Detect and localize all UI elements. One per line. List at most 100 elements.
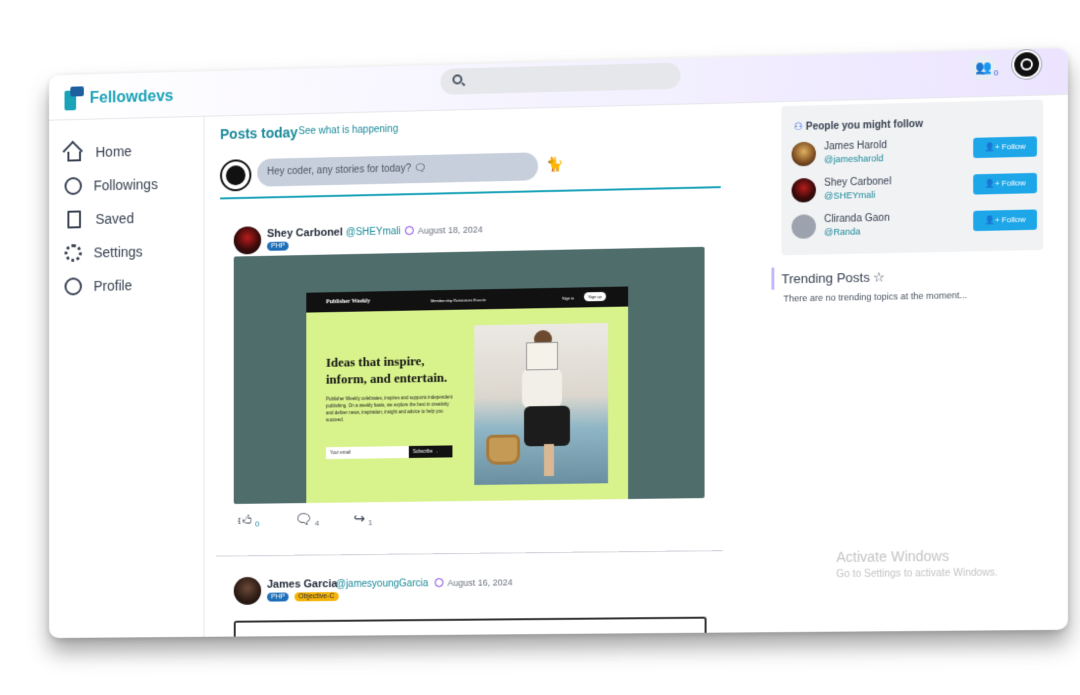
post-date-text: August 18, 2024: [418, 224, 483, 235]
brand-name: Fellowdevs: [90, 88, 174, 108]
composer-divider: [220, 186, 721, 199]
tag-objective-c[interactable]: Objective-C: [295, 592, 339, 601]
suggestion-name[interactable]: James Harold: [824, 140, 887, 153]
page-title: Posts today: [220, 124, 298, 142]
globe-icon: [405, 226, 414, 235]
site-join: Sign up: [584, 292, 606, 301]
globe-icon: [435, 578, 444, 587]
follow-button[interactable]: 👤+ Follow: [973, 173, 1037, 195]
app-window: Fellowdevs 👥 0 Home Followings Saved Set…: [49, 48, 1068, 638]
author-avatar[interactable]: [234, 226, 261, 254]
suggestion-name[interactable]: Cliranda Gaon: [824, 213, 890, 226]
trending-empty-message: There are no trending topics at the mome…: [783, 290, 967, 304]
author-avatar[interactable]: [234, 577, 261, 605]
brand-logo[interactable]: Fellowdevs: [63, 84, 174, 113]
suggestion-item: Shey Carbonel @SHEYmali 👤+ Follow: [790, 171, 1040, 207]
share-icon: ↪: [354, 510, 366, 527]
suggestion-name[interactable]: Shey Carbonel: [824, 176, 891, 189]
sidebar-item-label: Profile: [94, 277, 133, 294]
follow-button-label: Follow: [1002, 215, 1026, 225]
sidebar-item-home[interactable]: Home: [65, 142, 132, 161]
gear-icon: [65, 244, 82, 262]
trending-title-text: Trending Posts: [781, 270, 869, 287]
follow-suggestions-title: ⚇ People you might follow: [794, 119, 923, 133]
post-image[interactable]: Publisher Weekly Membership Resources Ev…: [234, 247, 705, 504]
comment-button[interactable]: 🗨︎ 4: [295, 511, 320, 528]
search-input[interactable]: [441, 63, 681, 95]
composer-avatar: [220, 159, 251, 191]
add-user-icon: 👤+: [985, 215, 1002, 225]
site-brand: Publisher Weekly: [326, 298, 370, 305]
author-handle[interactable]: @SHEYmali: [346, 226, 401, 238]
author-name[interactable]: Shey Carbonel: [267, 226, 343, 240]
friend-requests-count: 0: [994, 68, 999, 77]
star-icon: ☆: [873, 269, 885, 284]
post-date-text: August 16, 2024: [447, 577, 512, 588]
page-subtitle: See what is happening: [298, 124, 398, 137]
comment-icon: 🗨︎: [295, 511, 312, 528]
tag-php[interactable]: PHP: [267, 242, 289, 251]
add-user-icon: 👤+: [985, 179, 1002, 189]
share-button[interactable]: ↪ 1: [354, 510, 373, 527]
author-handle[interactable]: @jamesyoungGarcia: [336, 578, 428, 590]
post-date: August 18, 2024: [405, 224, 483, 236]
follow-button-label: Follow: [1002, 178, 1026, 188]
follow-suggestions: ⚇ People you might follow James Harold @j…: [781, 100, 1043, 256]
sidebar-item-label: Home: [96, 143, 132, 160]
avatar[interactable]: [792, 214, 816, 239]
post-date: August 16, 2024: [435, 577, 513, 588]
suggestion-handle[interactable]: @Randa: [824, 226, 860, 237]
activation-watermark-text: Go to Settings to activate Windows.: [836, 567, 997, 580]
share-count: 1: [368, 518, 372, 527]
site-subscribe: Subscribe →: [409, 445, 453, 458]
sidebar-item-saved[interactable]: Saved: [65, 209, 135, 228]
sidebar-item-profile[interactable]: Profile: [65, 276, 133, 295]
cat-emoji-icon[interactable]: 🐈: [546, 156, 563, 173]
sidebar-item-label: Saved: [96, 210, 135, 227]
post-card: James Garcia @jamesyoungGarcia August 16…: [220, 572, 721, 636]
sidebar: Home Followings Saved Settings Profile: [49, 117, 204, 638]
like-button[interactable]: 👍︎ 0: [238, 512, 260, 529]
tag-php[interactable]: PHP: [267, 592, 289, 601]
add-user-icon: 👤+: [985, 142, 1002, 152]
author-name[interactable]: James Garcia: [267, 578, 337, 591]
people-icon: ⚇: [794, 122, 803, 133]
thumbs-up-icon: 👍︎: [238, 512, 252, 529]
compass-icon: [65, 177, 82, 195]
follow-title-text: People you might follow: [806, 119, 923, 133]
activation-watermark-title: Activate Windows: [836, 548, 949, 565]
screenshot-stage: Fellowdevs 👥 0 Home Followings Saved Set…: [0, 0, 1080, 695]
composer-input[interactable]: Hey coder, any stories for today? 🗨: [257, 152, 538, 186]
bookmark-icon: [67, 210, 81, 228]
post-content-frame: [234, 617, 707, 638]
site-email-field: Your email: [326, 446, 409, 459]
profile-icon: [65, 277, 82, 295]
sidebar-item-followings[interactable]: Followings: [65, 175, 158, 195]
comment-count: 4: [315, 519, 319, 528]
trending-accent-bar: [771, 268, 774, 290]
follow-button-label: Follow: [1002, 142, 1026, 152]
post-actions: 👍︎ 0 🗨︎ 4 ↪ 1: [238, 509, 435, 531]
site-headline: Ideas that inspire, inform, and entertai…: [326, 351, 464, 387]
logo-icon: [63, 86, 86, 112]
avatar[interactable]: [792, 178, 816, 203]
sidebar-item-settings[interactable]: Settings: [65, 243, 143, 262]
home-icon: [67, 151, 81, 161]
user-avatar[interactable]: [1012, 50, 1041, 79]
post-card: Shey Carbonel @SHEYmali August 18, 2024 …: [220, 216, 721, 543]
sidebar-item-label: Settings: [94, 244, 143, 261]
search-icon: [452, 74, 462, 84]
suggestion-handle[interactable]: @jamesharold: [824, 153, 883, 164]
site-body: Publisher Weekly celebrates, inspires an…: [326, 394, 456, 424]
website-screenshot: Publisher Weekly Membership Resources Ev…: [306, 286, 628, 503]
suggestion-item: Cliranda Gaon @Randa 👤+ Follow: [790, 207, 1040, 243]
follow-button[interactable]: 👤+ Follow: [973, 136, 1037, 158]
suggestion-handle[interactable]: @SHEYmali: [824, 190, 875, 201]
follow-button[interactable]: 👤+ Follow: [973, 209, 1037, 231]
sidebar-item-label: Followings: [94, 176, 158, 193]
site-nav: Membership Resources Events: [431, 297, 486, 303]
trending-title: Trending Posts ☆: [781, 269, 884, 287]
avatar[interactable]: [792, 142, 816, 167]
reading-woman-photo: [474, 323, 608, 485]
like-count: 0: [255, 519, 259, 528]
